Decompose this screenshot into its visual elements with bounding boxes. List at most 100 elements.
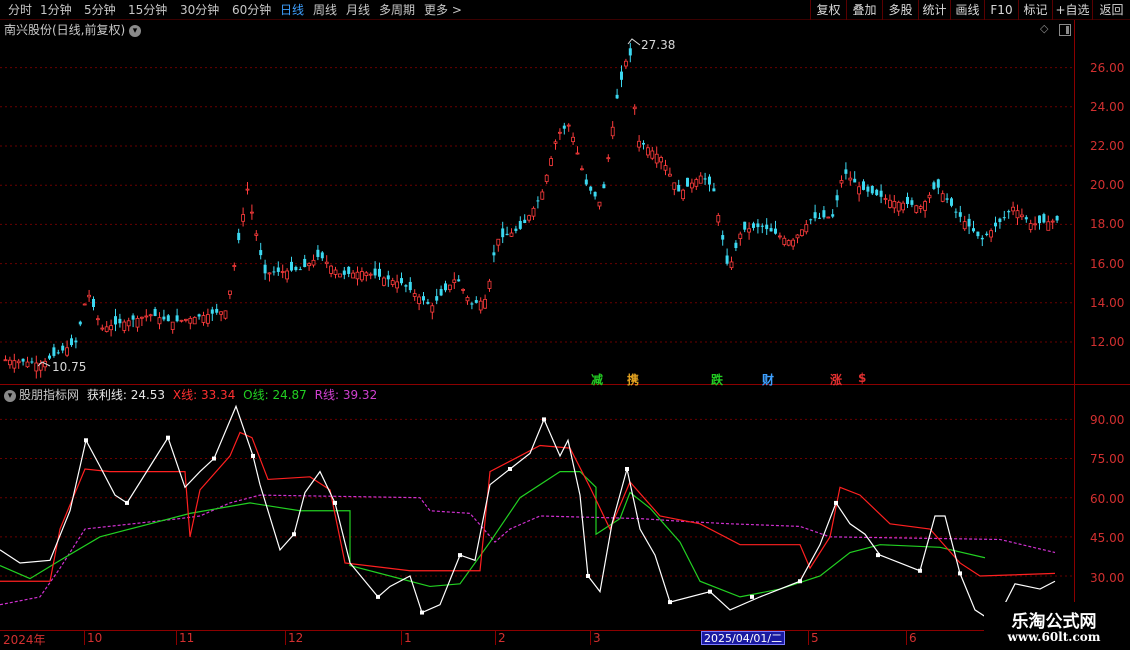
- chevron-down-icon[interactable]: ▾: [4, 389, 16, 402]
- candle-body: [492, 252, 496, 256]
- candle-body: [426, 301, 430, 304]
- candle-body: [778, 235, 782, 238]
- candle-body: [378, 268, 381, 277]
- x-axis-separator: [495, 631, 496, 645]
- candle-body: [435, 296, 439, 301]
- x-axis-separator: [176, 631, 177, 645]
- candle-body: [82, 303, 87, 306]
- candle-body: [862, 181, 865, 190]
- candle-body: [118, 318, 122, 324]
- candle-body: [721, 235, 725, 240]
- candle-body: [580, 168, 584, 171]
- candle-body: [800, 229, 804, 236]
- panel-divider[interactable]: [0, 384, 1130, 385]
- candle-body: [910, 200, 914, 205]
- profit-marker: [834, 500, 838, 505]
- candle-body: [400, 278, 403, 284]
- signal-marker: 财: [762, 373, 775, 387]
- candle-body: [210, 309, 214, 314]
- candle-body: [422, 296, 425, 301]
- candle-body: [844, 169, 848, 174]
- candle-body: [452, 279, 457, 284]
- candle-body: [157, 317, 162, 325]
- x-axis-separator: [808, 631, 809, 645]
- profit-line: [0, 404, 1056, 624]
- candle-body: [804, 224, 809, 233]
- signal-marker: 减: [591, 373, 604, 387]
- price-and-indicator-chart[interactable]: [0, 0, 1130, 650]
- signal-marker: $: [858, 371, 867, 385]
- candle-body: [606, 157, 611, 160]
- profit-marker: [508, 466, 512, 471]
- candle-body: [395, 281, 400, 289]
- candle-body: [347, 266, 351, 274]
- candle-body: [170, 321, 175, 330]
- candle-body: [813, 212, 817, 219]
- candle-body: [70, 338, 73, 346]
- candle-body: [566, 124, 571, 127]
- candle-body: [263, 264, 267, 274]
- candle-body: [1015, 210, 1020, 219]
- y-axis-border: [1074, 20, 1075, 630]
- candle-body: [276, 267, 280, 272]
- indicator-tick: 30.00: [1090, 571, 1125, 585]
- profit-marker: [84, 438, 88, 443]
- candle-body: [267, 272, 272, 275]
- candle-body: [359, 271, 364, 281]
- indicator-name: 股朋指标网: [19, 388, 80, 402]
- x-axis-label: 10: [87, 631, 103, 645]
- candle-body: [56, 352, 60, 354]
- candle-body: [465, 297, 470, 302]
- candle-body: [518, 220, 522, 229]
- candle-body: [628, 48, 632, 56]
- candle-body: [148, 314, 153, 317]
- profit-marker: [376, 594, 380, 599]
- profit-marker: [458, 553, 462, 558]
- candle-body: [954, 211, 958, 213]
- x-line-value: X线: 33.34: [172, 388, 236, 402]
- candle-body: [716, 215, 721, 223]
- high-price-label: 27.38: [641, 38, 676, 52]
- candle-body: [756, 223, 760, 228]
- candle-body: [114, 316, 117, 325]
- candle-body: [791, 239, 795, 247]
- candle-body: [831, 214, 835, 217]
- signal-marker: 跌: [711, 373, 724, 387]
- candle-body: [826, 216, 831, 219]
- candle-body: [311, 259, 316, 266]
- candle-body: [320, 252, 324, 259]
- candle-body: [48, 355, 51, 359]
- candle-body: [703, 178, 707, 180]
- candle-body: [1050, 220, 1055, 223]
- candle-body: [523, 219, 527, 223]
- candle-body: [795, 234, 800, 239]
- candle-body: [280, 271, 285, 273]
- x-axis-separator: [590, 631, 591, 645]
- candle-body: [698, 175, 703, 184]
- candle-body: [531, 207, 536, 217]
- candle-body: [632, 106, 637, 110]
- candle-body: [571, 136, 575, 143]
- candle-body: [918, 206, 923, 209]
- low-price-label: 10.75: [52, 360, 87, 374]
- candle-body: [153, 308, 157, 316]
- candle-body: [131, 315, 135, 320]
- candle-body: [227, 290, 232, 295]
- candle-body: [809, 219, 813, 221]
- price-tick: 22.00: [1090, 139, 1125, 153]
- candle-body: [444, 283, 447, 291]
- candle-body: [139, 316, 144, 319]
- candle-body: [514, 228, 518, 231]
- candle-body: [584, 179, 588, 185]
- candle-body: [747, 228, 751, 233]
- candle-body: [940, 193, 945, 202]
- candle-body: [786, 240, 791, 246]
- candle-body: [962, 221, 967, 230]
- candle-body: [602, 184, 606, 189]
- candle-body: [1011, 206, 1015, 212]
- candle-body: [694, 179, 699, 187]
- price-tick: 14.00: [1090, 296, 1125, 310]
- x-axis-label: 2024年: [3, 633, 46, 647]
- candle-body: [87, 294, 91, 298]
- profit-marker: [420, 610, 424, 615]
